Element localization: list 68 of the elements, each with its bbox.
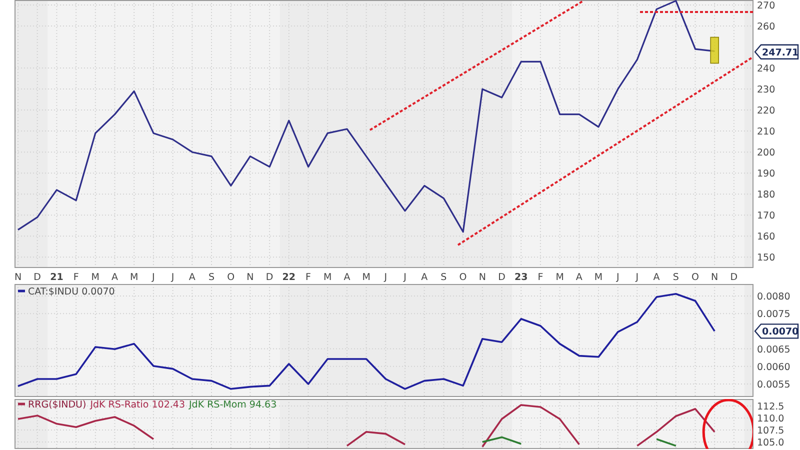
axis-label: 112.5: [757, 402, 784, 412]
axis-label: O: [227, 272, 235, 283]
axis-label: D: [730, 272, 738, 283]
axis-label: A: [653, 272, 660, 283]
axis-label: 21: [50, 272, 64, 283]
axis-label: D: [34, 272, 42, 283]
axis-label: M: [91, 272, 100, 283]
axis-label: J: [152, 272, 155, 283]
legend-label: JdK RS-Ratio 102.43: [90, 400, 185, 410]
legend-swatch: [18, 402, 25, 406]
axis-label: F: [73, 272, 79, 283]
axis-label: A: [576, 272, 582, 283]
value-tag: 0.0070: [754, 324, 799, 339]
axis-label: N: [246, 272, 254, 283]
axis-label: 105.0: [757, 438, 784, 448]
axis-label: A: [112, 272, 118, 283]
axis-label: 150: [757, 252, 776, 264]
axis-label: S: [440, 272, 447, 283]
axis-label: N: [711, 272, 718, 283]
axis-label: 260: [757, 22, 776, 33]
axis-label: A: [344, 272, 350, 283]
last-bar-highlight: [710, 36, 719, 64]
axis-label: M: [594, 272, 603, 283]
axis-label: S: [208, 272, 215, 283]
value-tag: 247.71: [754, 44, 799, 60]
axis-label: S: [672, 272, 679, 283]
axis-label: D: [498, 272, 506, 283]
legend-swatch: [18, 290, 25, 292]
axis-label: M: [362, 272, 370, 283]
axis-label: D: [266, 272, 274, 283]
axis-label: 180: [757, 190, 776, 201]
axis-label: 220: [757, 106, 776, 117]
axis-label: 23: [514, 272, 528, 283]
axis-label: 0.0065: [757, 344, 790, 356]
axis-label: F: [538, 272, 544, 283]
axis-label: N: [478, 272, 486, 283]
axis-label: 110.0: [757, 414, 784, 424]
legend-label: JdK RS-Mom 94.63: [189, 400, 277, 410]
axis-label: 270: [757, 0, 776, 12]
axis-label: M: [130, 272, 138, 283]
axis-label: 170: [757, 210, 776, 222]
axis-label: 240: [757, 64, 776, 75]
axis-label: 107.5: [757, 426, 784, 436]
axis-label: O: [692, 272, 699, 283]
axis-label: J: [384, 272, 388, 283]
axis-label: J: [171, 272, 174, 283]
legend-title: RRG($INDU): [28, 400, 86, 410]
axis-label: 22: [282, 272, 296, 283]
axis-label: J: [616, 272, 620, 283]
axis-label: M: [324, 272, 332, 283]
axis-label: 200: [757, 148, 776, 159]
axis-label: 190: [757, 168, 776, 180]
axis-label: 230: [757, 84, 776, 96]
axis-label: J: [404, 272, 406, 283]
axis-label: O: [459, 272, 467, 283]
axis-label: 210: [757, 126, 776, 138]
legend-label: CAT:$INDU 0.0070: [28, 286, 115, 298]
axis-label: 0.0075: [757, 309, 790, 320]
axis-label: N: [14, 272, 22, 283]
axis-label: M: [556, 272, 564, 283]
axis-label: A: [421, 272, 428, 283]
axis-label: 0.0055: [757, 379, 790, 390]
axis-label: F: [306, 272, 311, 283]
axis-label: 0.0060: [757, 362, 790, 373]
axis-label: 0.0080: [757, 291, 790, 302]
axis-label: A: [188, 272, 196, 283]
axis-label: J: [636, 272, 639, 283]
axis-label: 160: [757, 232, 776, 243]
